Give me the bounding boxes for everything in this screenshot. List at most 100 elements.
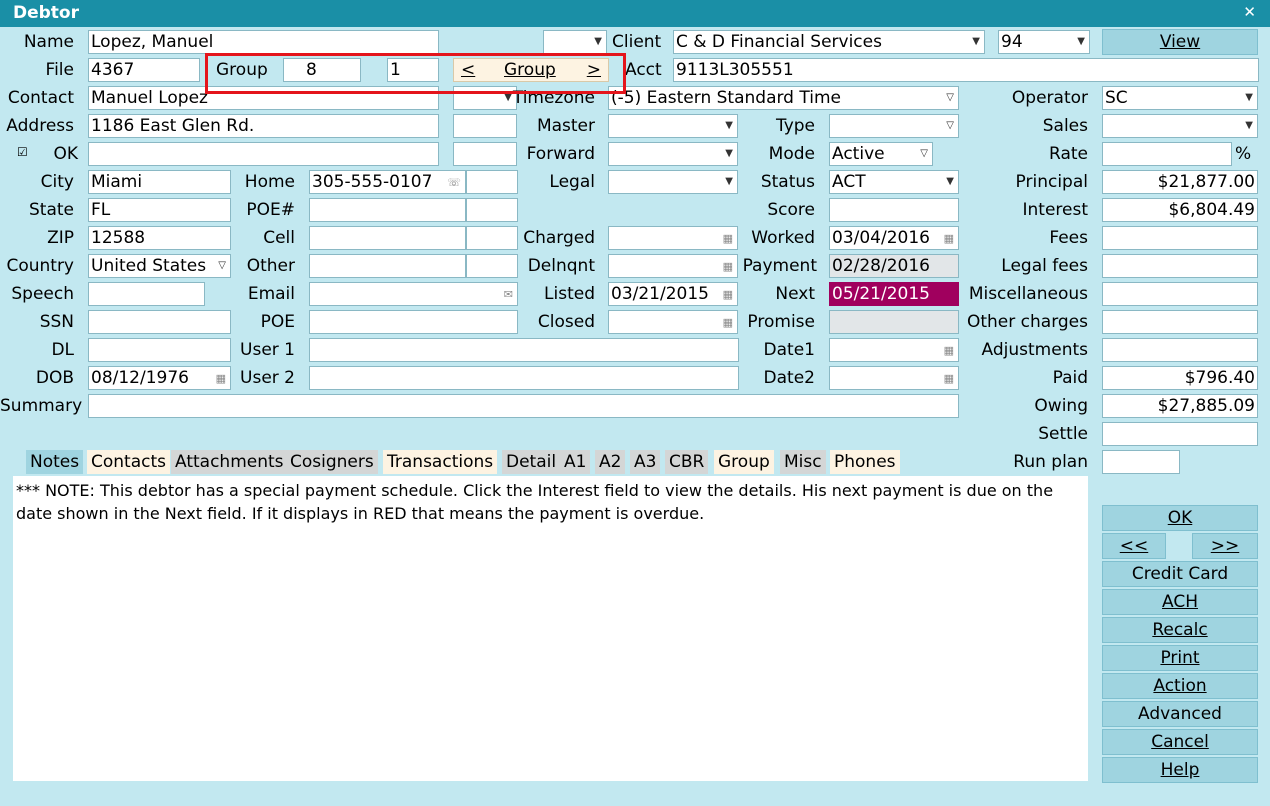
tab-a1[interactable]: A1 xyxy=(560,450,591,474)
acct-field[interactable]: 9113L305551 xyxy=(673,58,1259,82)
interest-field[interactable]: $6,804.49 xyxy=(1102,198,1258,222)
credit-card-button[interactable]: Credit Card xyxy=(1102,561,1258,587)
group-prev-button[interactable]: < xyxy=(461,59,475,81)
name-dropdown[interactable]: ▼ xyxy=(543,30,607,54)
other-charges-field[interactable] xyxy=(1102,310,1258,334)
tab-notes[interactable]: Notes xyxy=(26,450,84,474)
close-icon[interactable]: ✕ xyxy=(1243,3,1256,21)
group-sub-field[interactable]: 1 xyxy=(387,58,439,82)
calendar-icon[interactable]: ▦ xyxy=(723,256,733,277)
zip-field[interactable]: 12588 xyxy=(88,226,231,250)
calendar-icon[interactable]: ▦ xyxy=(216,368,226,389)
timezone-select[interactable]: (-5) Eastern Standard Time ▽ xyxy=(608,86,959,110)
dl-field[interactable] xyxy=(88,338,231,362)
calendar-icon[interactable]: ▦ xyxy=(723,312,733,333)
master-select[interactable]: ▼ xyxy=(608,114,738,138)
poe-ext-field[interactable] xyxy=(466,198,518,222)
tab-a3[interactable]: A3 xyxy=(630,450,661,474)
miscellaneous-field[interactable] xyxy=(1102,282,1258,306)
settle-field[interactable] xyxy=(1102,422,1258,446)
calendar-icon[interactable]: ▦ xyxy=(723,284,733,305)
date1-field[interactable]: ▦ xyxy=(829,338,959,362)
tab-detail[interactable]: Detail xyxy=(502,450,561,474)
paid-field[interactable]: $796.40 xyxy=(1102,366,1258,390)
help-button[interactable]: Help xyxy=(1102,757,1258,783)
worked-field[interactable]: 03/04/2016 ▦ xyxy=(829,226,959,250)
mode-select[interactable]: Active ▽ xyxy=(829,142,933,166)
address2-field[interactable] xyxy=(88,142,439,166)
delnqnt-field[interactable]: ▦ xyxy=(608,254,738,278)
calendar-icon[interactable]: ▦ xyxy=(944,228,954,249)
contact-field[interactable]: Manuel Lopez xyxy=(88,86,439,110)
next-field[interactable]: 05/21/2015 xyxy=(829,282,959,306)
advanced-button[interactable]: Advanced xyxy=(1102,701,1258,727)
legal-select[interactable]: ▼ xyxy=(608,170,738,194)
name-field[interactable]: Lopez, Manuel xyxy=(88,30,439,54)
dob-field[interactable]: 08/12/1976 ▦ xyxy=(88,366,231,390)
country-field[interactable]: United States ▽ xyxy=(88,254,231,278)
state-field[interactable]: FL xyxy=(88,198,231,222)
recalc-button[interactable]: Recalc xyxy=(1102,617,1258,643)
client-code-select[interactable]: 94 ▼ xyxy=(998,30,1090,54)
closed-field[interactable]: ▦ xyxy=(608,310,738,334)
tab-group[interactable]: Group xyxy=(714,450,774,474)
file-field[interactable]: 4367 xyxy=(88,58,200,82)
tab-transactions[interactable]: Transactions xyxy=(383,450,498,474)
notes-textarea[interactable]: *** NOTE: This debtor has a special paym… xyxy=(13,476,1088,781)
date2-field[interactable]: ▦ xyxy=(829,366,959,390)
status-select[interactable]: ACT ▼ xyxy=(829,170,959,194)
city-field[interactable]: Miami xyxy=(88,170,231,194)
group-number-field[interactable]: 8 xyxy=(283,58,361,82)
speech-field[interactable] xyxy=(88,282,205,306)
ach-button[interactable]: ACH xyxy=(1102,589,1258,615)
print-button[interactable]: Print xyxy=(1102,645,1258,671)
listed-field[interactable]: 03/21/2015 ▦ xyxy=(608,282,738,306)
type-select[interactable]: ▽ xyxy=(829,114,959,138)
calendar-icon[interactable]: ▦ xyxy=(944,340,954,361)
tab-cosigners[interactable]: Cosigners xyxy=(286,450,378,474)
tab-cbr[interactable]: CBR xyxy=(665,450,709,474)
operator-select[interactable]: SC ▼ xyxy=(1102,86,1258,110)
client-select[interactable]: C & D Financial Services ▼ xyxy=(673,30,985,54)
rate-field[interactable] xyxy=(1102,142,1232,166)
address-field[interactable]: 1186 East Glen Rd. xyxy=(88,114,439,138)
principal-field[interactable]: $21,877.00 xyxy=(1102,170,1258,194)
owing-field[interactable]: $27,885.09 xyxy=(1102,394,1258,418)
view-button[interactable]: View xyxy=(1102,29,1258,55)
legal-fees-field[interactable] xyxy=(1102,254,1258,278)
score-field[interactable] xyxy=(829,198,959,222)
group-next-button[interactable]: > xyxy=(587,59,601,81)
ok-checkbox[interactable]: ☑ xyxy=(17,146,29,158)
next-record-button[interactable]: >> xyxy=(1192,533,1258,559)
ok-button[interactable]: OK xyxy=(1102,505,1258,531)
summary-field[interactable] xyxy=(88,394,959,418)
email-field[interactable]: ✉ xyxy=(309,282,518,306)
cell-field[interactable] xyxy=(309,226,466,250)
user2-field[interactable] xyxy=(309,366,739,390)
run-plan-field[interactable] xyxy=(1102,450,1180,474)
other-phone-field[interactable] xyxy=(309,254,466,278)
charged-field[interactable]: ▦ xyxy=(608,226,738,250)
home-phone-field[interactable]: 305-555-0107 ☏ xyxy=(309,170,466,194)
calendar-icon[interactable]: ▦ xyxy=(944,368,954,389)
cancel-button[interactable]: Cancel xyxy=(1102,729,1258,755)
adjustments-field[interactable] xyxy=(1102,338,1258,362)
fees-field[interactable] xyxy=(1102,226,1258,250)
tab-misc[interactable]: Misc xyxy=(780,450,826,474)
tab-contacts[interactable]: Contacts xyxy=(87,450,170,474)
group-button[interactable]: Group xyxy=(504,59,556,81)
calendar-icon[interactable]: ▦ xyxy=(723,228,733,249)
poe-field[interactable] xyxy=(309,310,518,334)
tab-a2[interactable]: A2 xyxy=(595,450,626,474)
tab-attachments[interactable]: Attachments xyxy=(171,450,288,474)
poe-num-field[interactable] xyxy=(309,198,466,222)
tab-phones[interactable]: Phones xyxy=(830,450,900,474)
action-button[interactable]: Action xyxy=(1102,673,1258,699)
sales-select[interactable]: ▼ xyxy=(1102,114,1258,138)
phone-icon[interactable]: ☏ xyxy=(447,172,461,193)
speech-label: Speech xyxy=(11,284,74,304)
ssn-field[interactable] xyxy=(88,310,231,334)
forward-select[interactable]: ▼ xyxy=(608,142,738,166)
prev-record-button[interactable]: << xyxy=(1102,533,1166,559)
user1-field[interactable] xyxy=(309,338,739,362)
